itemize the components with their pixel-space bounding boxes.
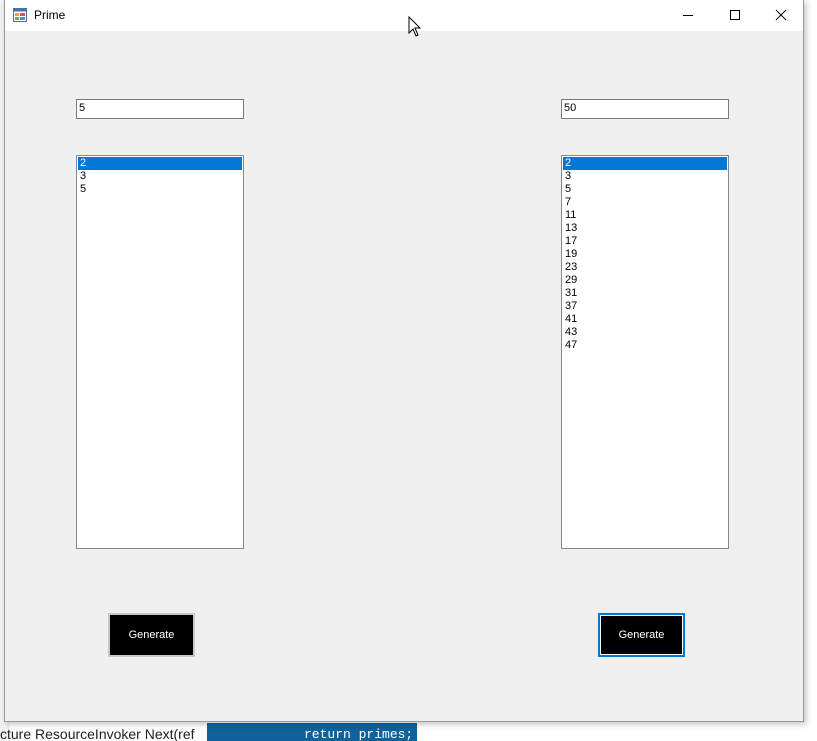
title-bar[interactable]: Prime <box>5 0 803 31</box>
close-button[interactable] <box>758 0 804 30</box>
background-code-line: return primes; <box>304 727 414 741</box>
list-item[interactable]: 7 <box>563 196 727 209</box>
background-code-text: cture ResourceInvoker Next(ref <box>0 727 195 741</box>
window-title: Prime <box>34 8 66 22</box>
left-limit-input[interactable]: 5 <box>76 99 244 119</box>
list-item[interactable]: 5 <box>78 183 242 196</box>
background-code-selection: return primes; <box>207 723 417 741</box>
list-item[interactable]: 31 <box>563 287 727 300</box>
maximize-button[interactable] <box>712 0 758 30</box>
list-item[interactable]: 3 <box>78 170 242 183</box>
list-item[interactable]: 13 <box>563 222 727 235</box>
left-generate-button[interactable]: Generate <box>108 613 195 657</box>
list-item[interactable]: 41 <box>563 313 727 326</box>
right-limit-input[interactable]: 50 <box>561 99 729 119</box>
list-item[interactable]: 5 <box>563 183 727 196</box>
list-item[interactable]: 2 <box>78 157 242 170</box>
minimize-button[interactable] <box>665 0 711 30</box>
list-item[interactable]: 37 <box>563 300 727 313</box>
list-item[interactable]: 43 <box>563 326 727 339</box>
right-generate-button[interactable]: Generate <box>598 613 685 657</box>
left-primes-list[interactable]: 235 <box>76 155 244 549</box>
list-item[interactable]: 47 <box>563 339 727 352</box>
list-item[interactable]: 17 <box>563 235 727 248</box>
list-item[interactable]: 11 <box>563 209 727 222</box>
mouse-cursor-icon <box>408 16 422 37</box>
list-item[interactable]: 23 <box>563 261 727 274</box>
list-item[interactable]: 3 <box>563 170 727 183</box>
minimize-icon <box>683 15 693 16</box>
prime-window: Prime 5 235 Generate 50 2 3 5 7 11 13 17 19 23 29… <box>4 0 804 722</box>
app-icon <box>13 8 27 22</box>
maximize-icon <box>730 10 740 20</box>
right-primes-list[interactable]: 2 3 5 7 11 13 17 19 23 29 31 37 41 43 47 <box>561 155 729 549</box>
list-item[interactable]: 29 <box>563 274 727 287</box>
list-item[interactable]: 2 <box>563 157 727 170</box>
close-icon <box>775 9 787 21</box>
list-item[interactable]: 19 <box>563 248 727 261</box>
